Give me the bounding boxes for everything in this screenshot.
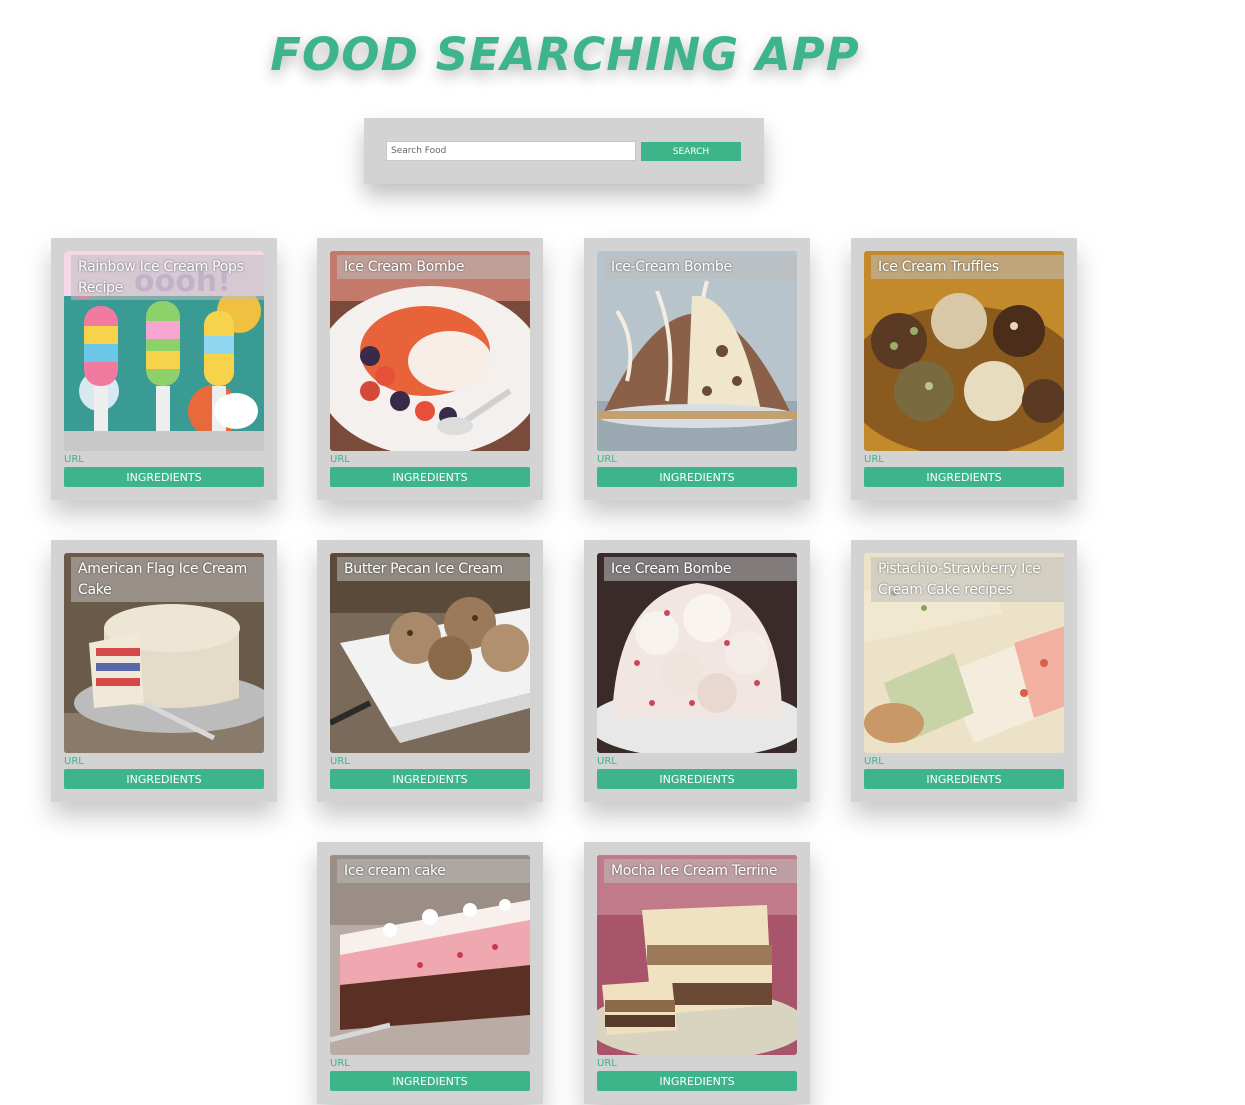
recipe-card: oooh! Rainbow Ice Cream Pops Recipe URL …	[51, 238, 277, 500]
recipe-title: Mocha Ice Cream Terrine	[604, 859, 797, 883]
recipe-url-link[interactable]: URL	[64, 756, 84, 767]
ingredients-button[interactable]: INGREDIENTS	[64, 769, 264, 789]
ingredients-button[interactable]: INGREDIENTS	[597, 467, 797, 487]
recipe-image	[597, 553, 797, 753]
ingredients-button[interactable]: INGREDIENTS	[864, 769, 1064, 789]
search-panel: SEARCH	[364, 118, 764, 184]
recipe-url-link[interactable]: URL	[330, 454, 350, 465]
search-input[interactable]	[386, 141, 636, 161]
recipe-url-link[interactable]: URL	[330, 1058, 350, 1069]
recipe-card: Ice-Cream Bombe URL INGREDIENTS	[584, 238, 810, 500]
ingredients-button[interactable]: INGREDIENTS	[64, 467, 264, 487]
ingredients-button[interactable]: INGREDIENTS	[330, 467, 530, 487]
recipe-title: Rainbow Ice Cream Pops Recipe	[71, 255, 264, 300]
recipe-url-link[interactable]: URL	[597, 454, 617, 465]
recipe-card: American Flag Ice Cream Cake URL INGREDI…	[51, 540, 277, 802]
recipe-title: Ice Cream Bombe	[604, 557, 797, 581]
ingredients-button[interactable]: INGREDIENTS	[597, 769, 797, 789]
ingredients-button[interactable]: INGREDIENTS	[597, 1071, 797, 1091]
ingredients-button[interactable]: INGREDIENTS	[864, 467, 1064, 487]
recipe-title: Butter Pecan Ice Cream	[337, 557, 530, 581]
recipe-image	[330, 251, 530, 451]
recipe-card: Butter Pecan Ice Cream URL INGREDIENTS	[317, 540, 543, 802]
recipe-card: Mocha Ice Cream Terrine URL INGREDIENTS	[584, 842, 810, 1104]
ingredients-button[interactable]: INGREDIENTS	[330, 1071, 530, 1091]
recipe-title: Ice cream cake	[337, 859, 530, 883]
recipe-title: Ice-Cream Bombe	[604, 255, 797, 279]
recipe-card: Ice Cream Truffles URL INGREDIENTS	[851, 238, 1077, 500]
recipe-card: Ice cream cake URL INGREDIENTS	[317, 842, 543, 1104]
search-button[interactable]: SEARCH	[641, 142, 741, 161]
ingredients-button[interactable]: INGREDIENTS	[330, 769, 530, 789]
recipe-image	[597, 251, 797, 451]
recipe-url-link[interactable]: URL	[864, 756, 884, 767]
recipe-url-link[interactable]: URL	[330, 756, 350, 767]
recipe-card: Pistachio-Strawberry Ice Cream Cake reci…	[851, 540, 1077, 802]
app-title: FOOD SEARCHING APP	[270, 28, 860, 81]
recipe-image	[864, 251, 1064, 451]
recipe-title: American Flag Ice Cream Cake	[71, 557, 264, 602]
recipe-url-link[interactable]: URL	[597, 756, 617, 767]
recipe-card: Ice Cream Bombe URL INGREDIENTS	[317, 238, 543, 500]
recipe-title: Ice Cream Truffles	[871, 255, 1064, 279]
recipe-image	[330, 553, 530, 753]
recipe-title: Pistachio-Strawberry Ice Cream Cake reci…	[871, 557, 1064, 602]
recipe-card: Ice Cream Bombe URL INGREDIENTS	[584, 540, 810, 802]
recipe-url-link[interactable]: URL	[597, 1058, 617, 1069]
recipe-image	[330, 855, 530, 1055]
recipe-url-link[interactable]: URL	[864, 454, 884, 465]
recipe-url-link[interactable]: URL	[64, 454, 84, 465]
recipe-title: Ice Cream Bombe	[337, 255, 530, 279]
recipe-image	[597, 855, 797, 1055]
